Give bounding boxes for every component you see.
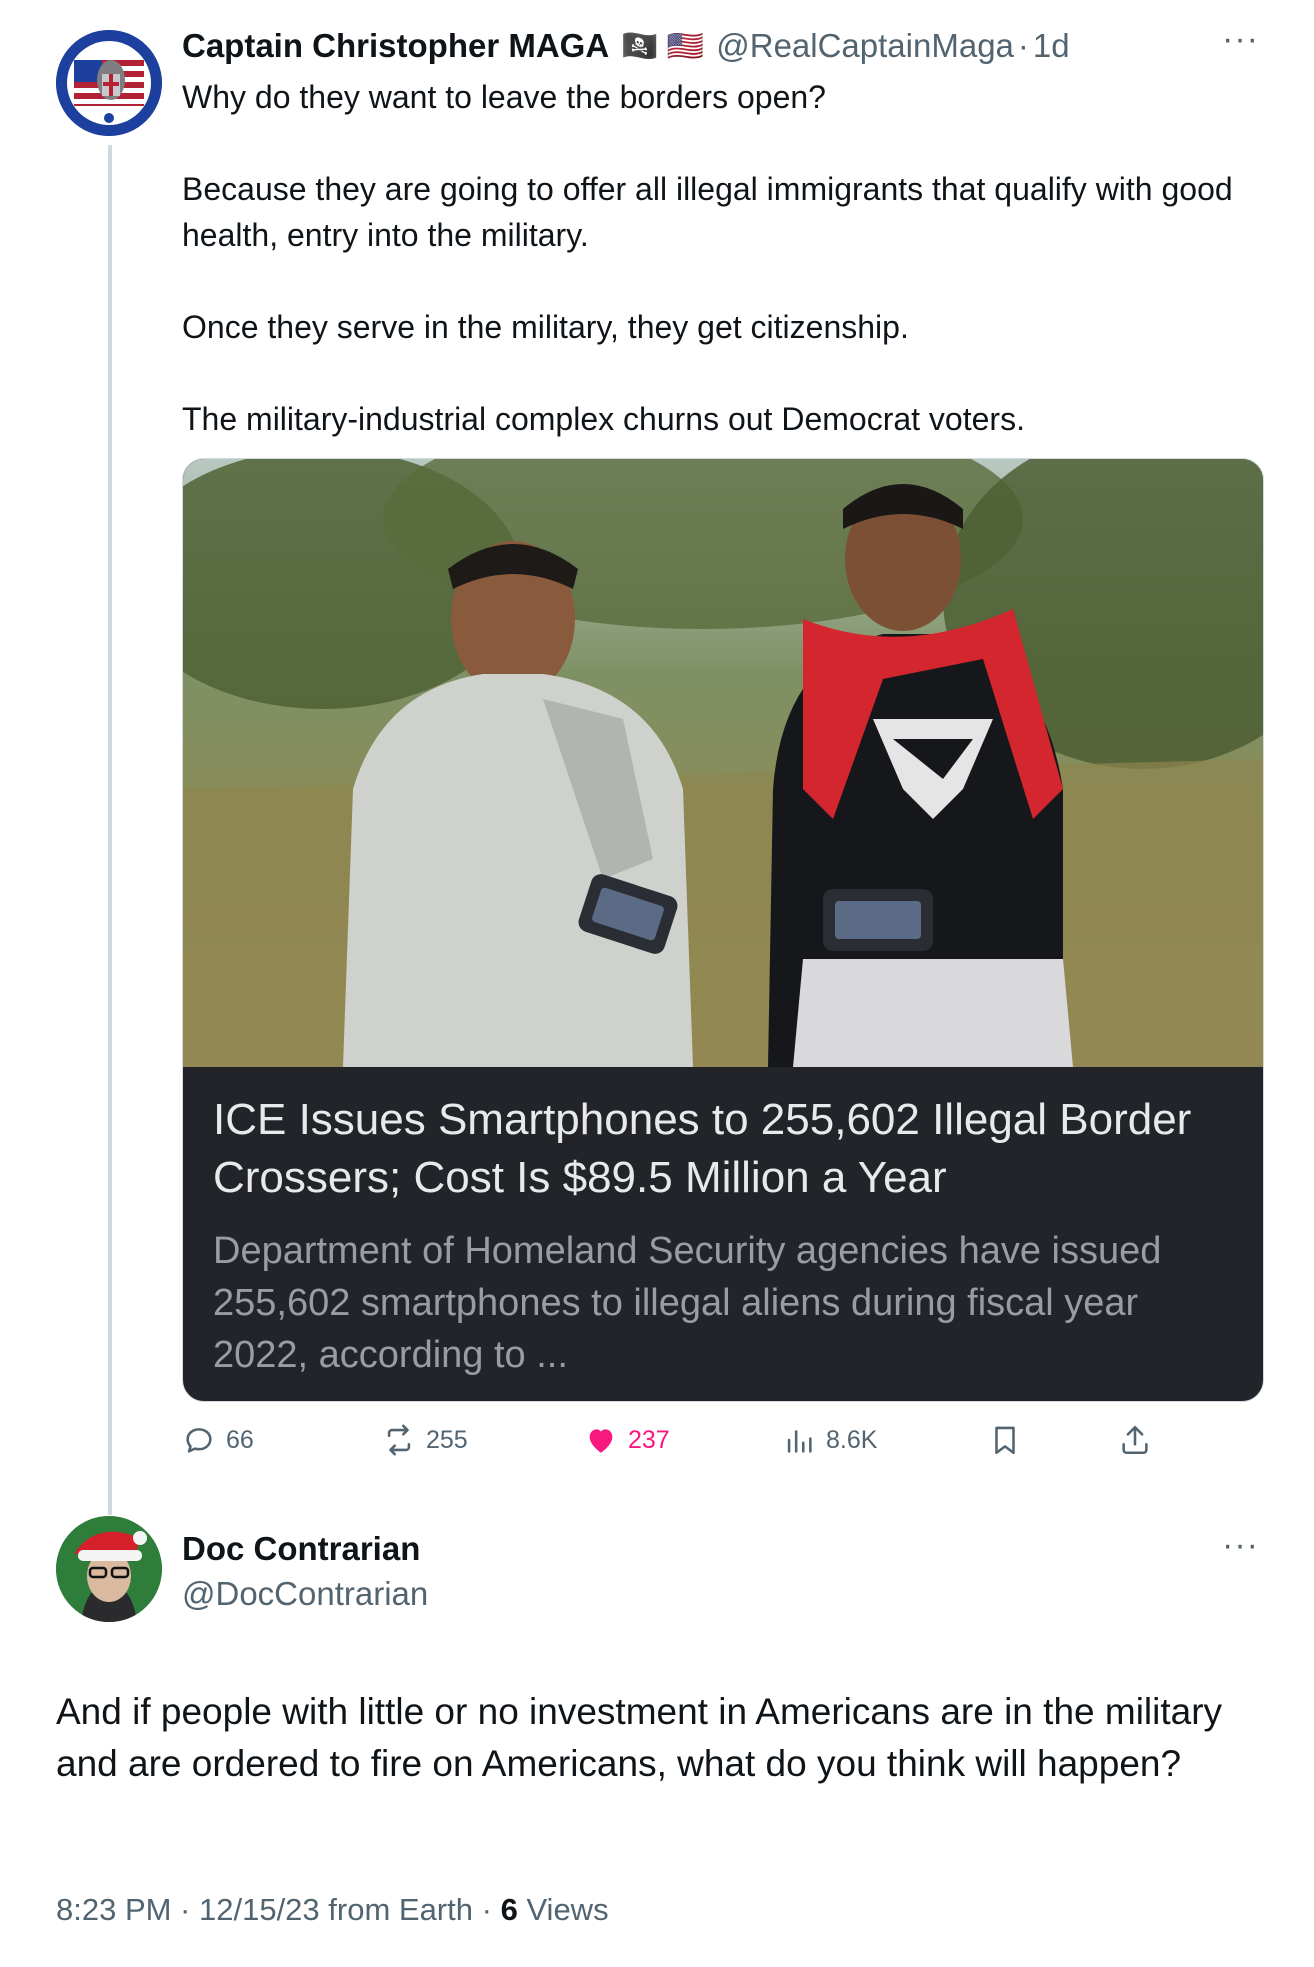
reply-timestamp[interactable]: 8:23 PM · 12/15/23 from Earth · — [56, 1892, 492, 1927]
reply-count: 66 — [226, 1425, 254, 1454]
reply-body: And if people with little or no investme… — [56, 1691, 1223, 1784]
tweet-time[interactable]: 1d — [1033, 27, 1070, 65]
santa-hat-avatar — [56, 1516, 162, 1622]
bookmark-icon — [995, 1426, 1015, 1455]
repost-button[interactable]: 255 — [382, 1420, 468, 1460]
like-button[interactable]: 237 — [584, 1420, 670, 1460]
author-badges: 🏴‍☠️ 🇺🇸 — [621, 29, 705, 63]
bookmark-button[interactable] — [988, 1420, 1032, 1460]
reply-meta: 8:23 PM · 12/15/23 from Earth · 6 Views — [56, 1892, 609, 1928]
card-text: ICE Issues Smartphones to 255,602 Illega… — [213, 1091, 1233, 1381]
tweet-paragraph: Because they are going to offer all ille… — [182, 171, 1233, 253]
reply-button[interactable]: 66 — [182, 1420, 254, 1460]
reply-author-avatar[interactable] — [56, 1516, 162, 1622]
repost-icon — [387, 1424, 411, 1456]
views-count: 8.6K — [826, 1425, 878, 1454]
tweet-header: Captain Christopher MAGA 🏴‍☠️ 🇺🇸 @RealCa… — [182, 24, 1070, 68]
card-title: ICE Issues Smartphones to 255,602 Illega… — [213, 1095, 1192, 1202]
author-avatar[interactable] — [56, 30, 162, 136]
captain-badge-avatar — [56, 30, 162, 136]
repost-count: 255 — [426, 1425, 468, 1454]
share-icon — [1122, 1425, 1148, 1455]
link-preview-card[interactable]: ICE Issues Smartphones to 255,602 Illega… — [182, 458, 1264, 1402]
reply-more-options-icon[interactable]: ··· — [1222, 1528, 1259, 1562]
heart-icon — [589, 1429, 613, 1453]
reply-views-label: Views — [526, 1892, 609, 1927]
author-handle[interactable]: @RealCaptainMaga — [716, 27, 1014, 65]
more-options-icon[interactable]: ··· — [1222, 22, 1259, 56]
tweet-paragraph: Once they serve in the military, they ge… — [182, 309, 909, 345]
like-count: 237 — [628, 1425, 670, 1454]
reply-views-count: 6 — [500, 1892, 518, 1927]
views-button[interactable]: 8.6K — [782, 1420, 877, 1460]
reply-author-handle[interactable]: @DocContrarian — [182, 1575, 428, 1613]
reply-icon — [186, 1428, 212, 1453]
time-separator: · — [1017, 27, 1029, 64]
tweet-body: Why do they want to leave the borders op… — [182, 74, 1242, 442]
card-photo — [183, 459, 1263, 1067]
tweet-actions: 66 255 237 8.6K — [182, 1420, 1262, 1460]
share-button[interactable] — [1118, 1420, 1162, 1460]
reply-author-name[interactable]: Doc Contrarian — [182, 1530, 420, 1568]
card-description: Department of Homeland Security agencies… — [213, 1230, 1162, 1376]
views-chart-icon — [787, 1430, 812, 1453]
tweet-paragraph: The military-industrial complex churns o… — [182, 401, 1025, 437]
author-name[interactable]: Captain Christopher MAGA — [182, 27, 609, 65]
tweet-paragraph: Why do they want to leave the borders op… — [182, 79, 826, 115]
thread-connector-line — [108, 145, 112, 1515]
